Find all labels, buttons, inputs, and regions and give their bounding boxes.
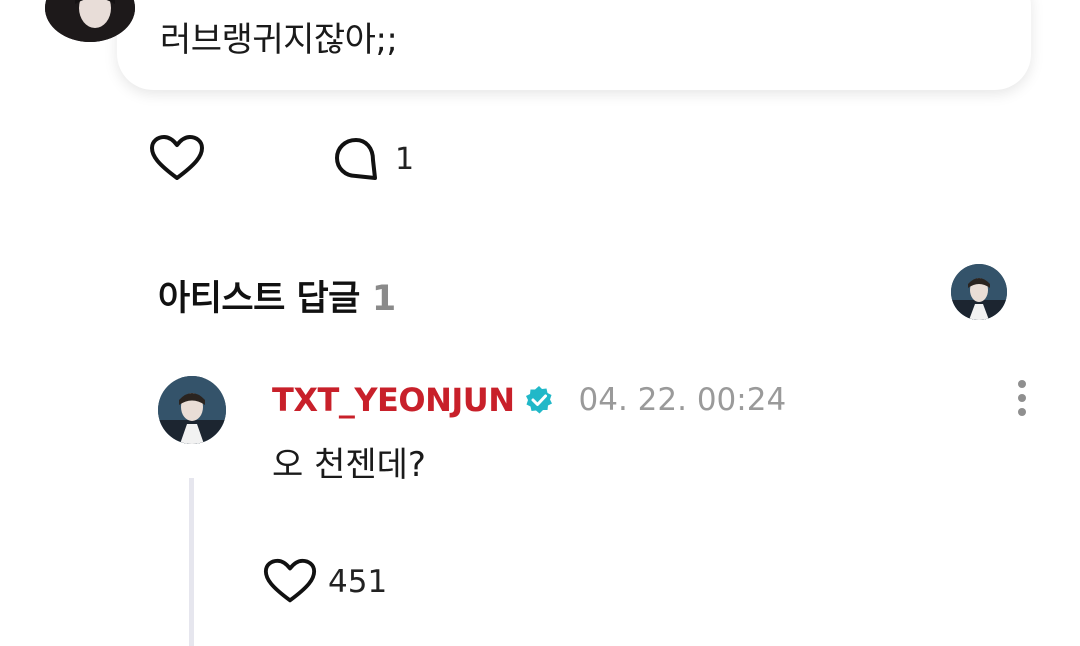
heart-icon <box>263 558 317 603</box>
reply-like-button[interactable]: 451 <box>262 556 387 608</box>
verified-badge-icon <box>525 386 552 414</box>
avatar-image <box>158 376 226 444</box>
reply-timestamp: 04. 22. 00:24 <box>578 382 787 418</box>
comment-count: 1 <box>395 141 415 177</box>
artist-replies-label: 아티스트 답글 <box>158 279 360 319</box>
reply-more-button[interactable] <box>1008 378 1036 418</box>
post-like-button[interactable] <box>148 134 206 184</box>
post-text: 러브랭귀지잖아;; <box>160 20 398 60</box>
heart-icon <box>150 135 204 180</box>
avatar-image <box>951 264 1007 320</box>
reply-author-name[interactable]: TXT_YEONJUN <box>272 381 515 419</box>
reply-text: 오 천젠데? <box>272 445 426 485</box>
post-detail-screen: 러브랭귀지잖아;; 1 아티스트 답글 1 TXT_YEONJUN 04. 22… <box>0 0 1080 646</box>
artist-replies-count: 1 <box>371 279 396 319</box>
thread-line <box>189 478 194 646</box>
speech-bubble-icon <box>335 138 377 180</box>
artist-replies-title: 아티스트 답글 1 <box>158 270 396 321</box>
artist-avatar[interactable] <box>951 264 1007 320</box>
reply-like-count: 451 <box>328 564 388 600</box>
post-comment-button[interactable]: 1 <box>333 134 414 184</box>
reply-header: TXT_YEONJUN 04. 22. 00:24 <box>272 378 786 422</box>
more-vertical-icon <box>1018 380 1026 416</box>
reply-author-avatar[interactable] <box>158 376 226 444</box>
